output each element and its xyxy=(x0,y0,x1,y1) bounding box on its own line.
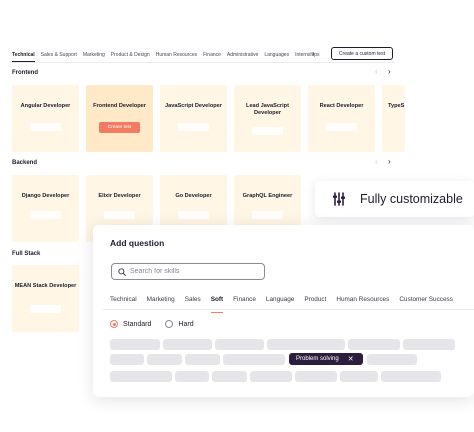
card-title: TypeS xyxy=(388,103,405,109)
card-title: Lead JavaScript Developer xyxy=(246,103,289,116)
section-title-frontend: Frontend xyxy=(12,70,38,76)
skill-chip[interactable] xyxy=(110,339,160,350)
skill-tab-sales[interactable]: Sales xyxy=(185,296,201,308)
skill-chip[interactable] xyxy=(223,354,285,365)
skill-chip[interactable] xyxy=(295,371,337,382)
chevron-right-icon[interactable]: › xyxy=(312,49,315,58)
test-card-frontend[interactable]: Frontend Developer Create test xyxy=(86,85,153,152)
card-title: GraphQL Engineer xyxy=(242,193,293,199)
tab-languages[interactable]: Languages xyxy=(264,52,289,58)
skill-tab-human-resources[interactable]: Human Resources xyxy=(336,296,389,308)
card-placeholder xyxy=(30,123,61,131)
skill-tab-technical[interactable]: Technical xyxy=(110,296,137,308)
category-tabs: Technical Sales & Support Marketing Prod… xyxy=(12,48,326,62)
add-question-panel: Add question Technical Marketing Sales S… xyxy=(93,225,474,397)
card-title: Elixir Developer xyxy=(98,193,141,199)
card-placeholder xyxy=(178,123,209,131)
chevron-right-icon[interactable]: › xyxy=(388,157,391,166)
skill-tab-language[interactable]: Language xyxy=(266,296,294,308)
card-title: MEAN Stack Developer xyxy=(14,283,77,289)
skill-chip[interactable] xyxy=(367,354,417,365)
section-title-backend: Backend xyxy=(12,160,38,166)
skill-chip[interactable] xyxy=(381,371,441,382)
test-card-lead-javascript[interactable]: Lead JavaScript Developer xyxy=(234,85,301,152)
search-input[interactable] xyxy=(130,268,260,275)
divider xyxy=(10,62,395,63)
create-custom-test-button[interactable]: Create a custom test xyxy=(331,47,393,60)
skill-chip[interactable] xyxy=(215,339,264,350)
search-field[interactable] xyxy=(111,263,265,280)
skill-chip[interactable] xyxy=(212,371,247,382)
card-placeholder xyxy=(326,123,357,131)
chevron-left-icon[interactable]: ‹ xyxy=(375,67,378,76)
standard-label: Standard xyxy=(123,320,152,328)
sliders-icon xyxy=(333,192,345,206)
search-icon xyxy=(118,267,126,276)
skill-chip[interactable] xyxy=(267,339,345,350)
skill-chip[interactable] xyxy=(175,371,209,382)
skill-tab-soft[interactable]: Soft xyxy=(210,296,224,313)
skill-tab-customer-success[interactable]: Customer Success xyxy=(399,296,453,308)
hard-label: Hard xyxy=(178,320,194,328)
skill-chip[interactable] xyxy=(110,354,144,365)
card-placeholder xyxy=(252,127,283,135)
skill-chip[interactable] xyxy=(403,339,455,350)
tab-product-design[interactable]: Product & Design xyxy=(111,52,150,58)
difficulty-selector: Standard Hard xyxy=(110,320,208,328)
selected-skill-chip[interactable]: Problem solving ✕ xyxy=(289,353,363,365)
tab-human-resources[interactable]: Human Resources xyxy=(156,52,197,58)
test-card-javascript[interactable]: JavaScript Developer xyxy=(160,85,227,152)
skill-chip[interactable] xyxy=(250,371,292,382)
tab-finance[interactable]: Finance xyxy=(203,52,221,58)
badge-text: Fully customizable xyxy=(360,192,463,206)
card-title: React Developer xyxy=(319,103,364,109)
card-title: Go Developer xyxy=(175,193,212,199)
tab-administrative[interactable]: Administrative xyxy=(227,52,258,58)
card-title: Angular Developer xyxy=(20,103,71,109)
test-card-django[interactable]: Django Developer xyxy=(12,175,79,242)
skill-tab-product[interactable]: Product xyxy=(304,296,326,308)
skill-tabs: Technical Marketing Sales Soft Finance L… xyxy=(110,296,463,313)
chevron-right-icon[interactable]: › xyxy=(388,67,391,76)
chevron-left-icon[interactable]: ‹ xyxy=(375,157,378,166)
skill-chip[interactable] xyxy=(147,354,182,365)
skill-chip[interactable] xyxy=(163,339,212,350)
card-placeholder xyxy=(178,211,209,219)
close-icon[interactable]: ✕ xyxy=(348,355,354,363)
skill-tab-finance[interactable]: Finance xyxy=(233,296,256,308)
skill-chip[interactable] xyxy=(340,371,378,382)
card-title: JavaScript Developer xyxy=(165,103,222,109)
skill-chip[interactable] xyxy=(185,354,220,365)
card-placeholder xyxy=(252,211,283,219)
tab-sales-support[interactable]: Sales & Support xyxy=(41,52,77,58)
card-title: Frontend Developer xyxy=(93,103,146,109)
hard-radio[interactable] xyxy=(165,320,174,328)
card-placeholder xyxy=(104,211,135,219)
skill-chip[interactable] xyxy=(110,371,172,382)
section-title-fullstack: Full Stack xyxy=(12,251,41,257)
create-test-button[interactable]: Create test xyxy=(99,122,140,133)
card-title: Django Developer xyxy=(21,193,70,199)
fully-customizable-badge: Fully customizable xyxy=(315,181,474,217)
card-placeholder xyxy=(30,305,61,313)
divider xyxy=(103,309,474,310)
selected-skill-label: Problem solving xyxy=(296,356,339,362)
tab-marketing[interactable]: Marketing xyxy=(83,52,105,58)
test-card-react[interactable]: React Developer xyxy=(308,85,375,152)
card-placeholder xyxy=(30,211,61,219)
skill-chip[interactable] xyxy=(348,339,400,350)
standard-radio[interactable] xyxy=(110,320,118,328)
test-card-typescript[interactable]: TypeS xyxy=(382,85,405,152)
test-card-mean-stack[interactable]: MEAN Stack Developer xyxy=(12,265,79,332)
test-card-angular[interactable]: Angular Developer xyxy=(12,85,79,152)
tab-internships[interactable]: Internships xyxy=(295,52,319,58)
tab-technical[interactable]: Technical xyxy=(12,52,35,62)
panel-title: Add question xyxy=(110,238,165,248)
skill-tab-marketing[interactable]: Marketing xyxy=(147,296,175,308)
